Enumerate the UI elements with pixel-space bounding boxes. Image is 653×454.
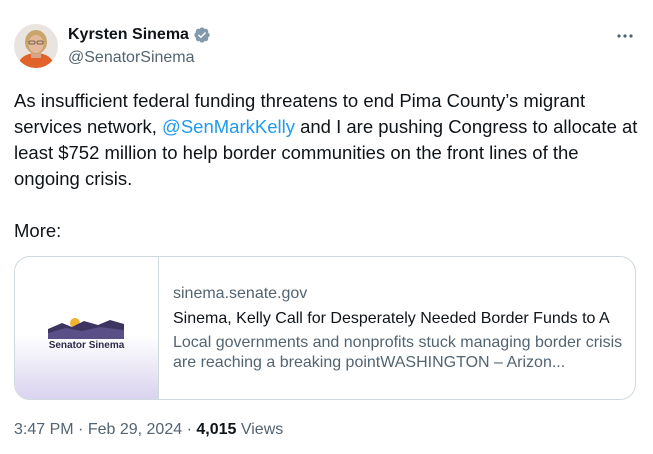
card-domain: sinema.senate.gov — [173, 285, 308, 302]
card-thumbnail: Senator Sinema — [15, 257, 159, 399]
author-name[interactable]: Kyrsten Sinema — [68, 25, 189, 45]
avatar[interactable] — [14, 24, 58, 68]
card-body: sinema.senate.gov Sinema, Kelly Call for… — [159, 257, 635, 399]
card-title: Sinema, Kelly Call for Desperately Neede… — [173, 310, 610, 327]
more-horizontal-icon — [617, 34, 633, 38]
meta-separator: · — [78, 421, 84, 438]
tweet-time[interactable]: 3:47 PM — [14, 421, 74, 438]
tweet-text: As insufficient federal funding threaten… — [14, 88, 644, 192]
mention-link[interactable]: @SenMarkKelly — [162, 116, 295, 137]
card-logo-text: Senator Sinema — [48, 340, 125, 351]
tweet-date[interactable]: Feb 29, 2024 — [88, 421, 182, 438]
senator-sinema-logo — [48, 318, 124, 339]
more-label: More: — [14, 220, 62, 241]
views-count: 4,015 — [196, 421, 237, 438]
tweet-meta: 3:47 PM · Feb 29, 2024 · 4,015 Views — [14, 420, 283, 440]
avatar-image — [14, 24, 58, 68]
meta-separator: · — [186, 421, 192, 438]
author-name-row: Kyrsten Sinema — [68, 25, 211, 45]
card-description: Local governments and nonprofits stuck m… — [173, 334, 623, 371]
more-options-button[interactable] — [615, 26, 635, 49]
views-label: Views — [240, 421, 284, 438]
author-handle[interactable]: @SenatorSinema — [68, 48, 195, 68]
verified-badge-icon — [193, 26, 211, 44]
link-preview-card[interactable]: Senator Sinema sinema.senate.gov Sinema,… — [14, 256, 636, 400]
